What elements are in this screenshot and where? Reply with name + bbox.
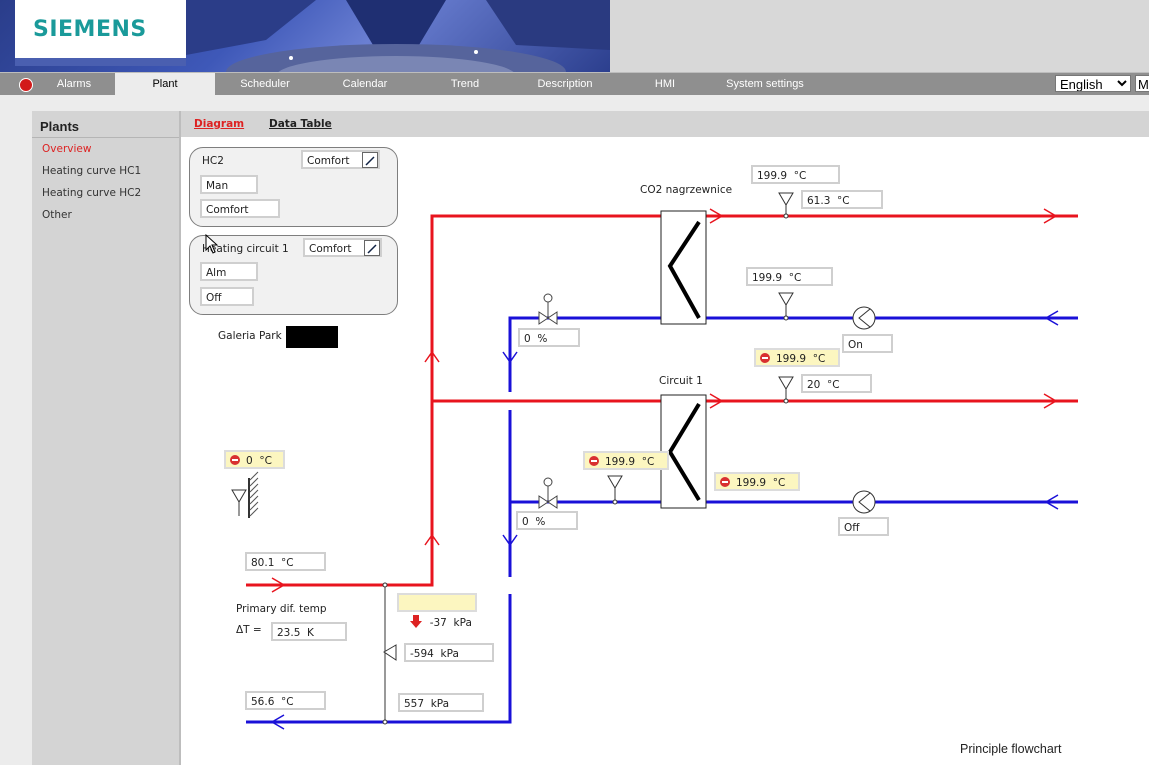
tab-diagram[interactable]: Diagram (194, 118, 244, 130)
pressure-alarm[interactable]: -37 kPa (397, 593, 477, 629)
circuit1-supply-temp[interactable]: 20 °C (801, 374, 872, 393)
nav-scheduler[interactable]: Scheduler (215, 73, 315, 95)
nav-system-settings[interactable]: System settings (715, 73, 815, 95)
nav-alarms[interactable]: Alarms (34, 73, 114, 95)
co2-supply-setpoint[interactable]: 199.9 °C (751, 165, 840, 184)
sidebar-item-heating-curve-hc2[interactable]: Heating curve HC2 (42, 187, 141, 199)
nav-description[interactable]: Description (515, 73, 615, 95)
hc2-panel: HC2 Comfort Man Comfort (189, 147, 398, 227)
sidebar-item-overview[interactable]: Overview (42, 143, 91, 155)
hc1-field-2[interactable]: Off (200, 287, 254, 306)
hc1-panel: Heating circuit 1 Comfort Alm Off (189, 235, 398, 315)
primary-pressure[interactable]: 557 kPa (398, 693, 484, 712)
alarm-icon (589, 456, 599, 466)
pressure-diff[interactable]: -594 kPa (404, 643, 494, 662)
circuit1-valve-position[interactable]: 0 % (516, 511, 578, 530)
delta-t-value[interactable]: 23.5 K (271, 622, 347, 641)
outdoor-temp[interactable]: 0 °C (224, 450, 285, 469)
sidebar: Plants Overview Heating curve HC1 Heatin… (32, 111, 181, 765)
circuit1-return-alarm-temp[interactable]: 199.9 °C (714, 472, 800, 491)
extra-select[interactable]: M (1135, 75, 1149, 92)
primary-return-temp[interactable]: 56.6 °C (245, 691, 326, 710)
co2-return-temp[interactable]: 199.9 °C (746, 267, 833, 286)
alarm-status-icon[interactable] (19, 78, 33, 92)
sidebar-title: Plants (40, 119, 80, 134)
subtab-bar: Diagram Data Table (181, 111, 1149, 137)
hc2-field-1[interactable]: Man (200, 175, 258, 194)
tab-data-table[interactable]: Data Table (269, 118, 332, 130)
co2-valve-position[interactable]: 0 % (518, 328, 580, 347)
hc1-field-1[interactable]: Alm (200, 262, 258, 281)
delta-t-label: ΔT = (236, 624, 262, 636)
sidebar-divider (32, 137, 179, 138)
alarm-icon (230, 455, 240, 465)
nav-hmi[interactable]: HMI (615, 73, 715, 95)
hc2-edit-icon[interactable] (362, 152, 378, 168)
diagram-caption: Principle flowchart (960, 742, 1062, 756)
hc2-field-2[interactable]: Comfort (200, 199, 280, 218)
header-right-area (610, 0, 1149, 72)
site-label: Galeria Park (218, 330, 282, 342)
circuit1-label: Circuit 1 (659, 375, 703, 387)
banner-image (186, 0, 610, 72)
nav-calendar[interactable]: Calendar (315, 73, 415, 95)
sidebar-item-other[interactable]: Other (42, 209, 72, 221)
co2-label: CO2 nagrzewnice (640, 184, 733, 196)
arrow-down-icon (409, 615, 422, 628)
circuit1-valve-alarm-temp[interactable]: 199.9 °C (583, 451, 669, 470)
alarm-icon (760, 353, 770, 363)
nav-trend[interactable]: Trend (415, 73, 515, 95)
nav-plant[interactable]: Plant (115, 73, 215, 95)
sidebar-item-heating-curve-hc1[interactable]: Heating curve HC1 (42, 165, 141, 177)
primary-supply-temp[interactable]: 80.1 °C (245, 552, 326, 571)
co2-pump-status[interactable]: On (842, 334, 893, 353)
circuit1-pump-status[interactable]: Off (838, 517, 889, 536)
siemens-logo: SIEMENS (15, 0, 186, 58)
redacted-block (286, 326, 338, 348)
cursor-icon (205, 234, 219, 254)
circuit1-alarm-temp[interactable]: 199.9 °C (754, 348, 840, 367)
hc1-edit-icon[interactable] (364, 240, 380, 256)
hc2-title: HC2 (202, 155, 224, 167)
primary-dif-label: Primary dif. temp (236, 603, 327, 615)
logo-strip (15, 58, 186, 66)
co2-supply-temp[interactable]: 61.3 °C (801, 190, 883, 209)
alarm-icon (720, 477, 730, 487)
top-navigation: Alarms Plant Scheduler Calendar Trend De… (0, 72, 1149, 95)
language-select[interactable]: English (1055, 75, 1131, 92)
